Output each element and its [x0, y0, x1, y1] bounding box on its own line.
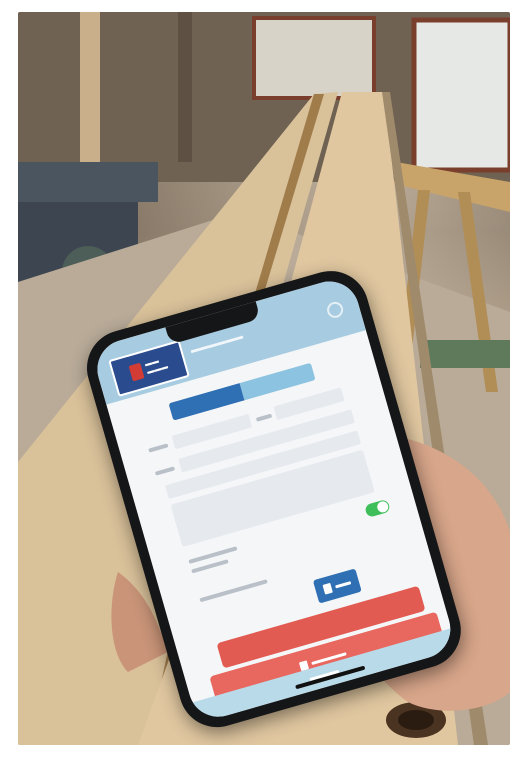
- field-label: [255, 413, 273, 422]
- logo-wordmark: ▬▬ ▬▬▬: [144, 357, 170, 376]
- wood-knot-core: [398, 710, 434, 730]
- field-label: [148, 443, 169, 453]
- field-label: [154, 466, 176, 476]
- segment-unselected[interactable]: [239, 362, 316, 401]
- window-left: [254, 18, 374, 98]
- wood-post-mid: [178, 12, 192, 162]
- logo-icon: ▬▬ ▬▬▬: [108, 339, 190, 397]
- segment-selected[interactable]: [168, 383, 245, 421]
- toggle-switch[interactable]: [364, 498, 391, 518]
- workshop-photo: ▬▬ ▬▬▬ ▬▬▬▬▬▬: [18, 12, 510, 745]
- workbench: [18, 162, 158, 202]
- logo-mark: [128, 362, 145, 382]
- window-right: [414, 20, 510, 170]
- section-label: [199, 579, 268, 603]
- settings-icon[interactable]: [325, 299, 346, 320]
- save-icon-button[interactable]: [312, 568, 362, 604]
- toggle-label: [188, 546, 238, 564]
- green-bar: [420, 340, 510, 368]
